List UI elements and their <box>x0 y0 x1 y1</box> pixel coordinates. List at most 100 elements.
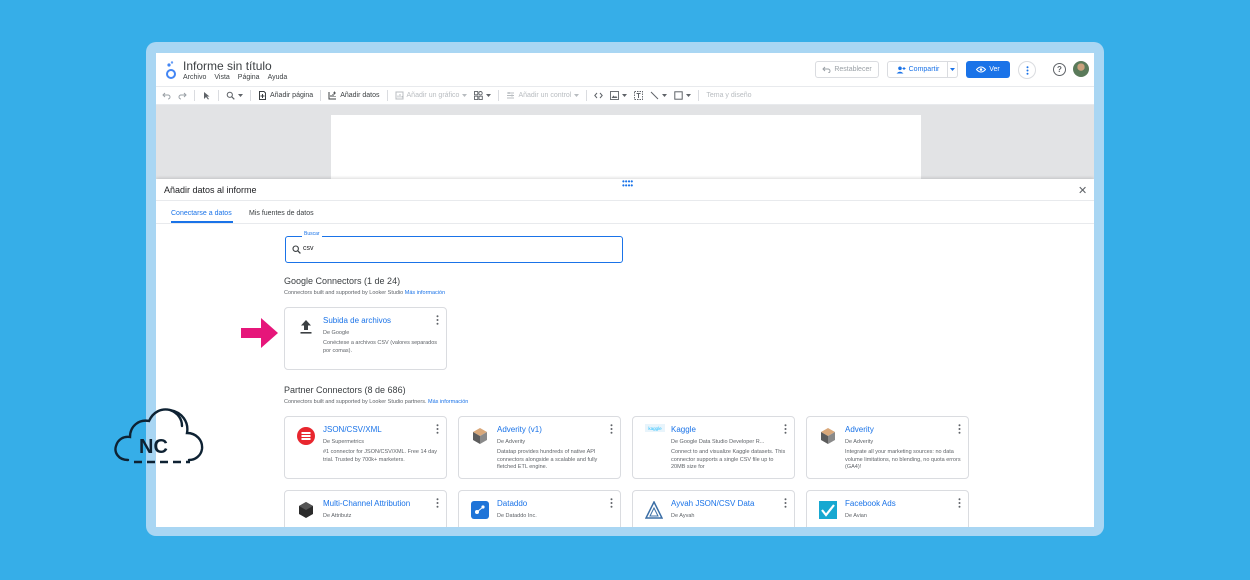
report-title[interactable]: Informe sin título <box>183 59 272 73</box>
view-button[interactable]: Ver <box>966 61 1010 78</box>
view-label: Ver <box>989 66 1000 73</box>
report-page[interactable] <box>331 115 921 179</box>
connector-card-kaggle[interactable]: kaggle Kaggle De Google Data Studio Deve… <box>632 416 795 479</box>
connector-author: De Adverity <box>845 439 874 445</box>
embed-code-button[interactable] <box>594 91 604 100</box>
kebab-menu-icon[interactable] <box>784 498 787 508</box>
search-input[interactable]: Buscar csv <box>285 231 623 263</box>
connector-title: Multi-Channel Attribution <box>323 499 411 508</box>
tab-connect-data[interactable]: Conectarse a datos <box>171 210 232 217</box>
supermetrics-icon <box>297 427 315 445</box>
caret-down-icon <box>686 94 692 97</box>
connector-title: Adverity <box>845 425 874 434</box>
more-options-button[interactable] <box>1018 61 1036 79</box>
add-chart-button[interactable]: Añadir un gráfico <box>395 91 468 100</box>
looker-studio-logo-icon[interactable] <box>164 60 178 80</box>
caret-down-icon <box>662 94 668 97</box>
connector-title: Subida de archivos <box>323 316 392 325</box>
kebab-menu-icon <box>1026 65 1028 75</box>
attributz-icon <box>299 502 313 518</box>
kebab-menu-icon[interactable] <box>436 315 439 325</box>
connector-author: De Ayvah <box>671 513 695 519</box>
partner-connectors-subtitle: Connectors built and supported by Looker… <box>284 399 468 405</box>
menu-ayuda[interactable]: Ayuda <box>268 74 288 81</box>
add-data-icon <box>328 91 337 100</box>
google-connectors-subtitle: Connectors built and supported by Looker… <box>284 290 445 296</box>
toolbar-divider <box>194 90 195 101</box>
theme-label: Tema y diseño <box>706 92 752 99</box>
add-control-button[interactable]: Añadir un control <box>506 91 580 100</box>
caret-down-icon <box>950 68 955 71</box>
connector-author: De Avian <box>845 513 867 519</box>
reset-label: Restablecer <box>834 66 872 73</box>
add-data-panel: •••• •••• Añadir datos al informe ✕ Conec… <box>156 178 1094 527</box>
image-button[interactable] <box>610 91 628 100</box>
search-value: csv <box>303 245 314 252</box>
add-page-button[interactable]: Añadir página <box>258 91 313 100</box>
menu-archivo[interactable]: Archivo <box>183 74 206 81</box>
redo-icon <box>178 92 187 100</box>
kebab-menu-icon[interactable] <box>610 498 613 508</box>
connector-title: Adverity (v1) <box>497 425 542 434</box>
partner-more-info-link[interactable]: Más información <box>428 399 468 405</box>
add-control-icon <box>507 92 515 99</box>
connector-card-attributz[interactable]: Multi-Channel Attribution De Attributz <box>284 490 447 527</box>
drag-handle-icon[interactable]: •••• •••• <box>622 178 633 190</box>
connector-card-dataddo[interactable]: Dataddo De Dataddo Inc. <box>458 490 621 527</box>
google-more-info-link[interactable]: Más información <box>405 290 445 296</box>
connector-author: De Attributz <box>323 513 352 519</box>
caret-down-icon <box>622 94 628 97</box>
connector-title: Kaggle <box>671 425 696 434</box>
kebab-menu-icon[interactable] <box>436 498 439 508</box>
search-icon <box>292 245 301 254</box>
connector-card-ayvah[interactable]: Ayvah JSON/CSV Data De Ayvah <box>632 490 795 527</box>
upload-icon <box>300 320 312 334</box>
app-header: Informe sin título Archivo Vista Página … <box>156 53 1094 86</box>
menu-vista[interactable]: Vista <box>214 74 229 81</box>
tab-my-data-sources[interactable]: Mis fuentes de datos <box>249 210 314 217</box>
connector-description: Integrate all your marketing sources: no… <box>845 449 961 470</box>
connector-card-supermetrics[interactable]: JSON/CSV/XML De Supermetrics #1 connecto… <box>284 416 447 479</box>
close-icon[interactable]: ✕ <box>1078 184 1087 197</box>
kebab-menu-icon[interactable] <box>958 498 961 508</box>
select-tool-button[interactable] <box>202 91 211 100</box>
connector-card-adverity[interactable]: Adverity De Adverity Integrate all your … <box>806 416 969 479</box>
reset-button[interactable]: Restablecer <box>815 61 879 78</box>
redo-button[interactable] <box>178 91 187 100</box>
theme-layout-button[interactable]: Tema y diseño <box>706 92 751 99</box>
connector-card-facebook-ads[interactable]: Facebook Ads De Avian <box>806 490 969 527</box>
menu-pagina[interactable]: Página <box>238 74 260 81</box>
google-connectors-title: Google Connectors (1 de 24) <box>284 276 401 286</box>
connector-description: #1 connector for JSON/CSV/XML. Free 14 d… <box>323 449 438 463</box>
connector-card-adverity-v1[interactable]: Adverity (v1) De Adverity Datatap provid… <box>458 416 621 479</box>
connector-title: JSON/CSV/XML <box>323 425 382 434</box>
text-box-button[interactable] <box>634 91 644 100</box>
add-data-button[interactable]: Añadir datos <box>328 91 380 100</box>
undo-button[interactable] <box>162 91 171 100</box>
divider <box>156 200 1094 201</box>
community-viz-button[interactable] <box>474 91 492 100</box>
kebab-menu-icon[interactable] <box>436 424 439 434</box>
nc-logo-text: NC <box>139 436 168 458</box>
connector-author: De Adverity <box>497 439 526 445</box>
facebook-ads-icon <box>819 501 837 519</box>
kebab-menu-icon[interactable] <box>784 424 787 434</box>
connector-title: Dataddo <box>497 499 528 508</box>
community-viz-icon <box>474 91 484 100</box>
menu-bar: Archivo Vista Página Ayuda <box>183 74 287 81</box>
shape-button[interactable] <box>674 91 692 100</box>
connector-card-file-upload[interactable]: Subida de archivos De Google Conéctese a… <box>284 307 447 370</box>
kebab-menu-icon[interactable] <box>610 424 613 434</box>
kebab-menu-icon[interactable] <box>958 424 961 434</box>
toolbar-divider <box>218 90 219 101</box>
connector-author: De Supermetrics <box>323 439 364 445</box>
rectangle-icon <box>674 91 684 100</box>
share-button[interactable]: Compartir <box>887 61 948 78</box>
share-dropdown-button[interactable] <box>948 61 958 78</box>
line-button[interactable] <box>650 91 668 100</box>
undo-icon <box>162 92 171 100</box>
zoom-button[interactable] <box>226 91 243 100</box>
help-button[interactable]: ? <box>1053 63 1066 76</box>
user-avatar[interactable] <box>1073 61 1089 77</box>
connector-description: Connect to and visualize Kaggle datasets… <box>671 449 786 470</box>
